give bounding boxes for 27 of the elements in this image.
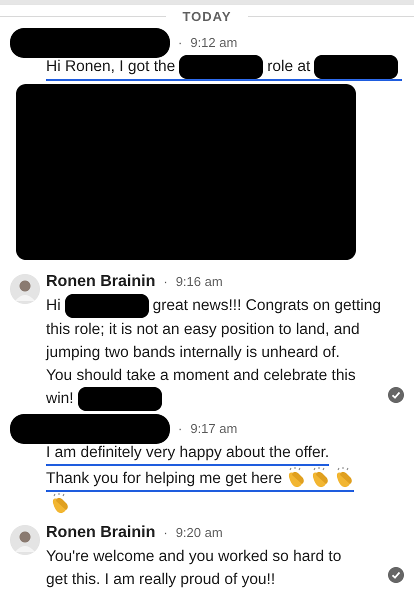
message-text: Hi (46, 296, 61, 316)
message-text: get this. I am really proud of you!! (46, 570, 276, 590)
message-time: 9:17 am (190, 420, 238, 438)
separator-dot: · (163, 272, 168, 291)
message-text: win! (46, 389, 74, 409)
message-time: 9:12 am (190, 34, 238, 52)
message-time: 9:16 am (176, 272, 223, 291)
separator-dot: · (178, 420, 182, 438)
message-text: jumping two bands internally is unheard of. (46, 342, 340, 362)
message-text: Hi Ronen, I got the (46, 57, 176, 77)
clapping-hands-icon (50, 492, 70, 514)
message-text: great news!!! Congrats on getting (152, 296, 381, 316)
sender-name[interactable]: Ronen Brainin (46, 520, 156, 544)
message-text: this role; it is not an easy position to land, and (46, 320, 360, 340)
separator-dot: · (178, 34, 182, 52)
clapping-hands-icon (286, 467, 306, 489)
clapping-hands-icon (310, 467, 330, 489)
separator-dot: · (163, 524, 168, 542)
sender-name[interactable]: Ronen Brainin (46, 270, 156, 294)
date-divider-label: TODAY (182, 8, 232, 26)
clapping-hands-icon (334, 467, 354, 489)
message-text: You should take a moment and celebrate this (46, 366, 356, 386)
message-time: 9:20 am (176, 524, 223, 542)
message-text: Thank you for helping me get here (46, 468, 282, 488)
message-text: I am definitely very happy about the offer. (46, 442, 330, 462)
message-text: role at (267, 57, 310, 77)
message-text: You're welcome and you worked so hard to (46, 546, 342, 566)
